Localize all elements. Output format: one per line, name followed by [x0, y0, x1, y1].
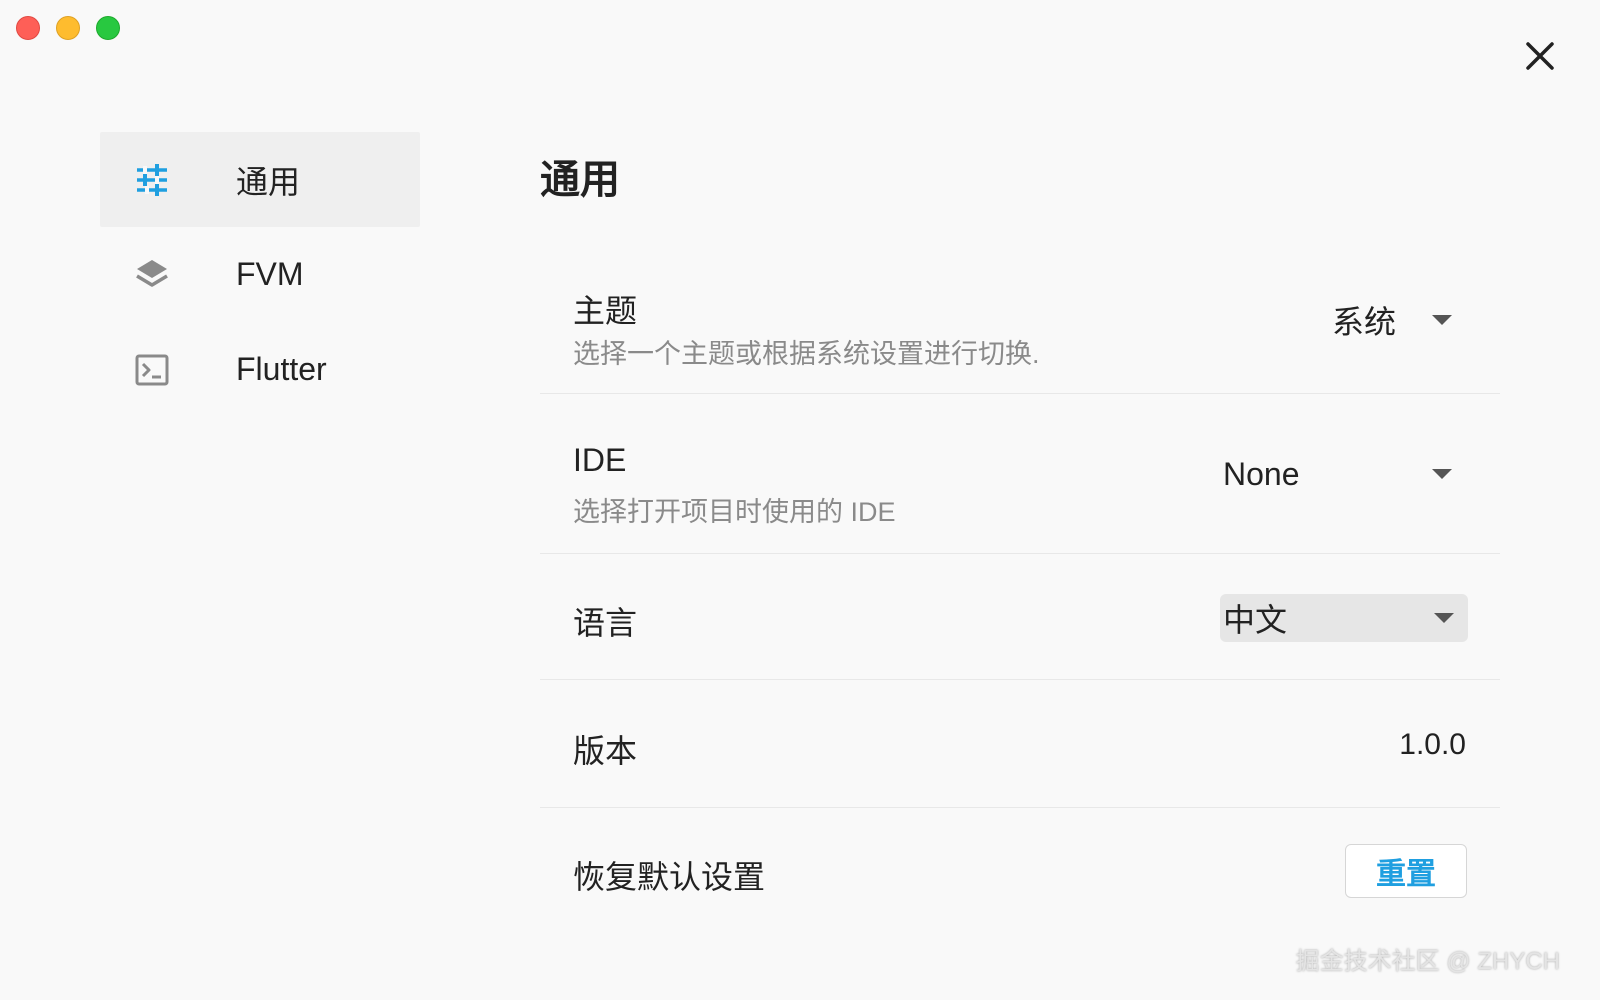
reset-button[interactable]: 重置	[1345, 844, 1467, 898]
ide-select[interactable]: None	[1220, 450, 1466, 498]
sidebar-item-label: Flutter	[236, 351, 327, 387]
main-panel: 通用 主题 选择一个主题或根据系统设置进行切换. 系统 IDE 选择打开项目时使…	[540, 150, 1500, 898]
language-setting: 语言 中文	[540, 554, 1500, 680]
layers-icon	[134, 257, 170, 293]
sidebar-item-fvm[interactable]: FVM	[100, 227, 420, 322]
watermark: 掘金技术社区 @ ZHYCH	[1295, 948, 1560, 975]
theme-description: 选择一个主题或根据系统设置进行切换.	[573, 339, 1040, 369]
version-value: 1.0.0	[1399, 728, 1466, 761]
window-minimize-button[interactable]	[56, 16, 80, 40]
window-maximize-button[interactable]	[96, 16, 120, 40]
window-close-button[interactable]	[16, 16, 40, 40]
ide-title: IDE	[573, 442, 627, 478]
close-icon[interactable]	[1522, 38, 1558, 74]
ide-description: 选择打开项目时使用的 IDE	[573, 497, 896, 527]
sidebar: 通用 FVM Flutter	[100, 132, 420, 417]
reset-title: 恢复默认设置	[573, 859, 766, 895]
language-select-value: 中文	[1223, 602, 1288, 638]
sidebar-item-general[interactable]: 通用	[100, 132, 420, 227]
language-title: 语言	[573, 605, 638, 641]
version-setting: 版本 1.0.0	[540, 680, 1500, 808]
theme-select[interactable]: 系统	[1332, 296, 1466, 344]
theme-select-value: 系统	[1332, 304, 1397, 340]
chevron-down-icon	[1432, 315, 1452, 325]
chevron-down-icon	[1434, 613, 1454, 623]
sidebar-item-flutter[interactable]: Flutter	[100, 322, 420, 417]
sidebar-item-label: 通用	[236, 163, 301, 200]
language-select[interactable]: 中文	[1220, 594, 1468, 642]
theme-title: 主题	[573, 293, 638, 329]
sliders-icon	[134, 162, 170, 198]
page-title: 通用	[540, 158, 620, 202]
version-title: 版本	[573, 733, 638, 769]
ide-setting: IDE 选择打开项目时使用的 IDE None	[540, 394, 1500, 554]
window-controls	[16, 16, 120, 40]
chevron-down-icon	[1432, 469, 1452, 479]
terminal-icon	[134, 352, 170, 388]
theme-setting: 主题 选择一个主题或根据系统设置进行切换. 系统	[540, 236, 1500, 394]
reset-setting: 恢复默认设置 重置	[540, 808, 1500, 938]
settings-window: 通用 FVM Flutter 通用 主题 选择一个主题或根据系统设置进行切换. …	[0, 0, 1600, 1000]
sidebar-item-label: FVM	[236, 256, 304, 292]
ide-select-value: None	[1223, 455, 1300, 492]
